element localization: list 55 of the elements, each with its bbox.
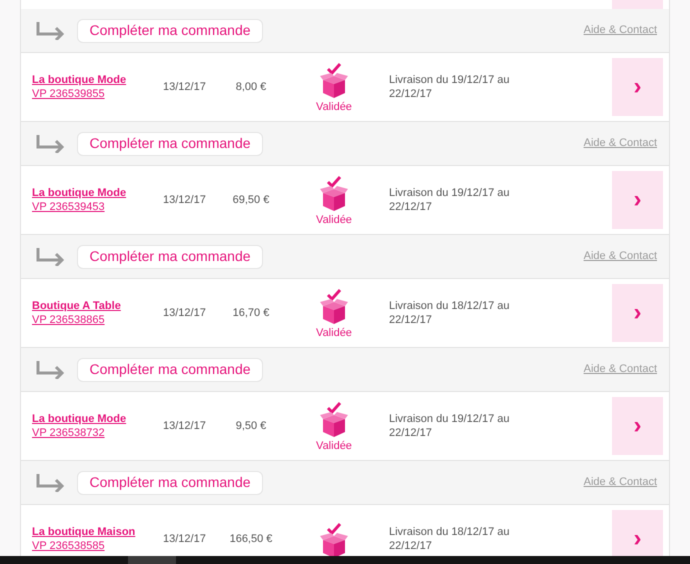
- box-check-icon: [320, 523, 348, 556]
- help-contact-link[interactable]: Aide & Contact: [584, 248, 657, 265]
- order-price: 166,50 €: [228, 532, 274, 546]
- order-number-link[interactable]: VP 236538732: [32, 426, 144, 440]
- order-number-link[interactable]: VP 236538585: [32, 539, 144, 553]
- box-check-icon: [320, 402, 348, 438]
- shop-link[interactable]: La boutique Mode: [32, 412, 144, 426]
- complete-order-button[interactable]: Compléter ma commande: [77, 244, 263, 268]
- box-check-icon: [320, 62, 348, 99]
- shop-link[interactable]: La boutique Maison: [32, 525, 144, 539]
- status-label: Validée: [316, 212, 352, 228]
- complete-order-button[interactable]: Compléter ma commande: [77, 18, 263, 42]
- help-contact-link[interactable]: Aide & Contact: [584, 22, 657, 39]
- help-contact-link[interactable]: Aide & Contact: [584, 474, 657, 491]
- order-date: 13/12/17: [163, 418, 207, 434]
- order-price: 8,00 €: [234, 80, 268, 94]
- return-arrow-icon: [36, 248, 66, 266]
- status-label: Validée: [316, 326, 352, 341]
- return-arrow-icon: [36, 22, 66, 40]
- order-number-link[interactable]: VP 236539855: [32, 87, 144, 101]
- taskbar-item[interactable]: [128, 556, 176, 564]
- order-details-button[interactable]: ›: [612, 510, 663, 556]
- status-label: Validée: [316, 100, 352, 115]
- complete-order-button[interactable]: Compléter ma commande: [77, 132, 263, 156]
- shop-link[interactable]: La boutique Mode: [32, 186, 144, 200]
- order-number-link[interactable]: VP 236539453: [32, 200, 144, 214]
- order-details-button[interactable]: ›: [612, 397, 663, 455]
- order-details-button[interactable]: ›: [612, 171, 663, 229]
- shop-link[interactable]: La boutique Mode: [32, 73, 144, 87]
- complete-order-button[interactable]: Compléter ma commande: [77, 470, 263, 494]
- order-number-link[interactable]: VP 236538865: [32, 313, 144, 327]
- order-date: 13/12/17: [163, 192, 207, 208]
- order-price: 16,70 €: [232, 306, 270, 320]
- delivery-dates: Livraison du 18/12/17 au 22/12/17: [389, 525, 510, 553]
- box-check-icon: [320, 176, 348, 212]
- delivery-dates: Livraison du 19/12/17 au 22/12/17: [389, 186, 510, 214]
- order-price: 69,50 €: [232, 193, 270, 207]
- complete-order-button[interactable]: Compléter ma commande: [77, 358, 263, 382]
- order-date: 13/12/17: [163, 80, 207, 95]
- status-label: Validée: [316, 438, 352, 454]
- delivery-dates: Livraison du 19/12/17 au 22/12/17: [389, 73, 510, 101]
- delivery-dates: Livraison du 18/12/17 au 22/12/17: [389, 299, 510, 327]
- box-check-icon: [320, 288, 348, 325]
- order-details-button[interactable]: ›: [612, 284, 663, 342]
- return-arrow-icon: [36, 360, 66, 378]
- order-date: 13/12/17: [163, 532, 207, 547]
- return-arrow-icon: [36, 474, 66, 492]
- delivery-dates: Livraison du 19/12/17 au 22/12/17: [389, 412, 510, 440]
- return-arrow-icon: [36, 134, 66, 152]
- order-date: 13/12/17: [163, 306, 207, 321]
- shop-link[interactable]: Boutique A Table: [32, 299, 144, 313]
- order-details-button[interactable]: ›: [612, 58, 663, 116]
- order-price: 9,50 €: [234, 419, 268, 433]
- help-contact-link[interactable]: Aide & Contact: [584, 135, 657, 152]
- help-contact-link[interactable]: Aide & Contact: [584, 361, 657, 378]
